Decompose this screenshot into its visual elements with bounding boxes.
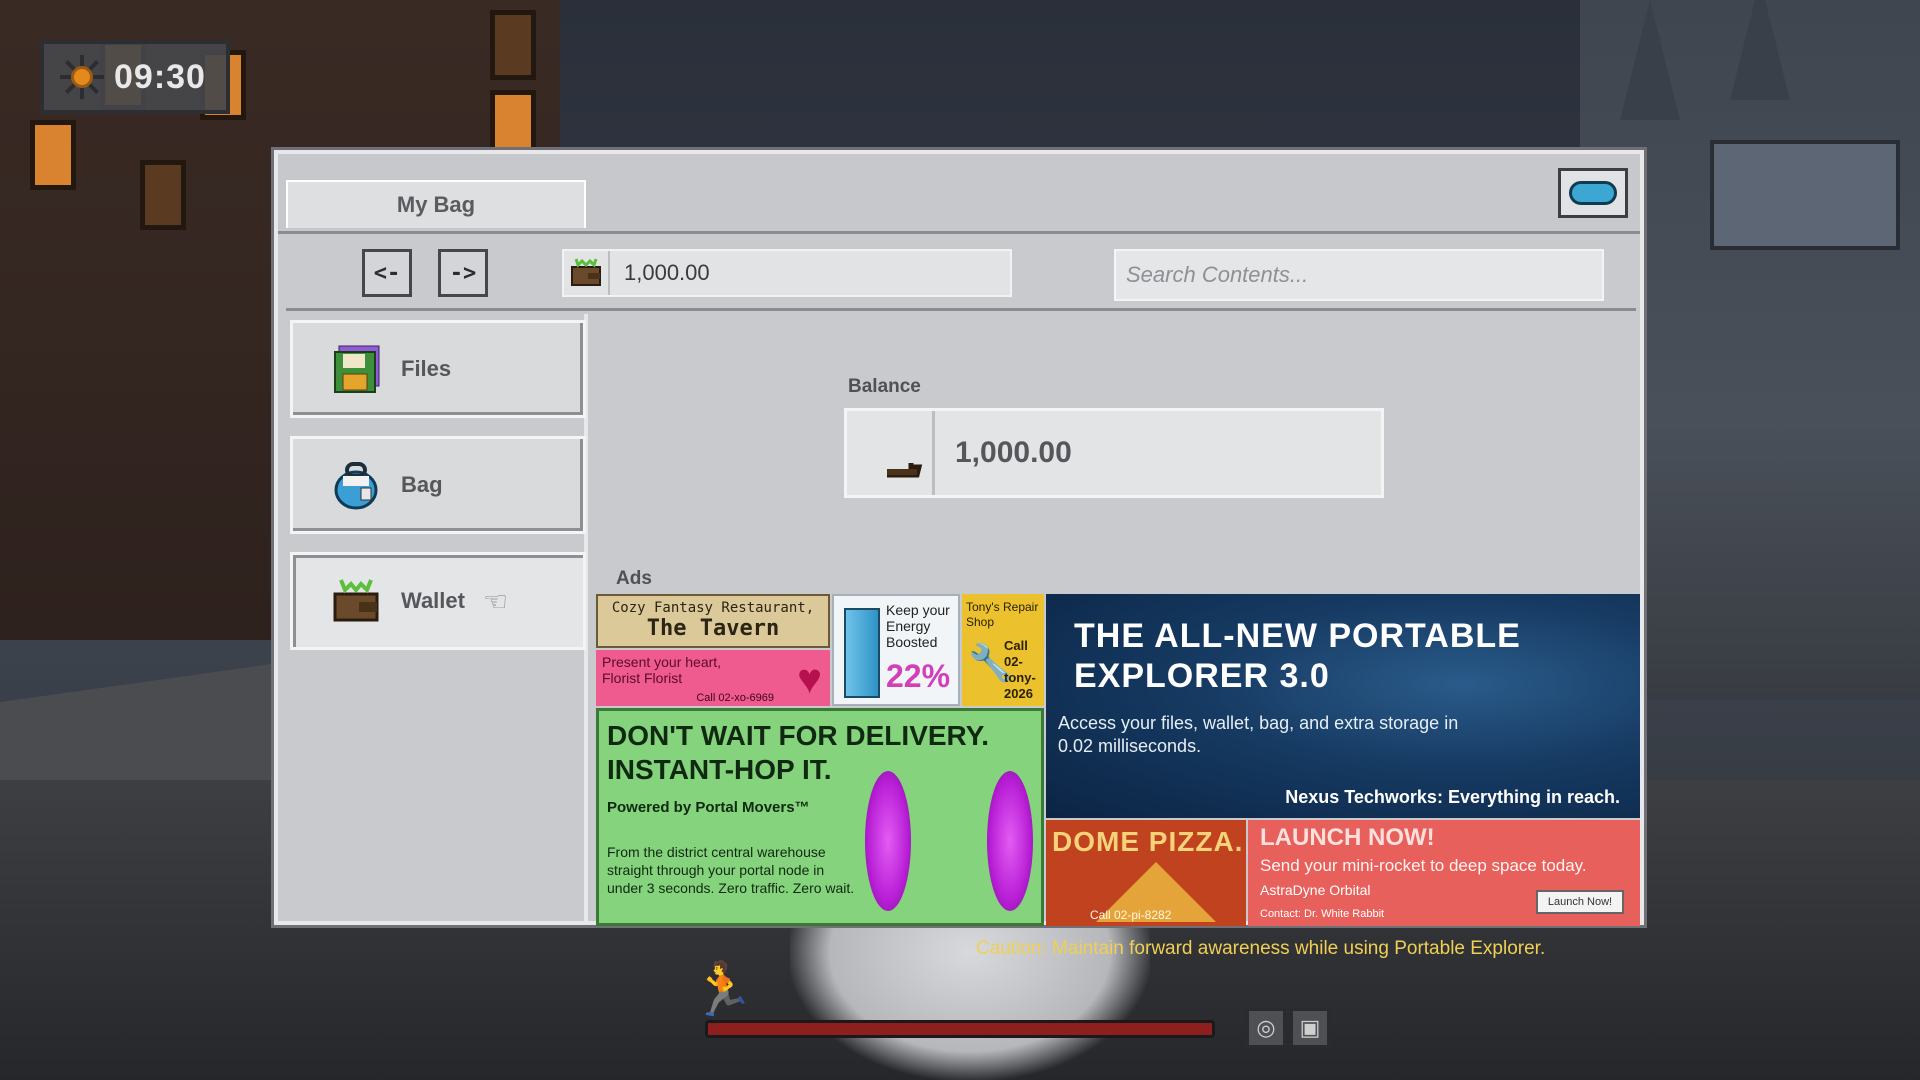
ad-astradyne-launch[interactable]: LAUNCH NOW! Send your mini-rocket to dee… xyxy=(1248,820,1640,926)
forward-button[interactable]: -> xyxy=(438,249,488,297)
ad-pizza-call: Call 02-pi-8282 xyxy=(1090,908,1172,922)
content-panel: Balance 1,000.00 Ads Cozy Fantasy Restau… xyxy=(592,314,1640,926)
pointer-hand-icon: ☜ xyxy=(482,585,509,617)
ad-portable-explorer[interactable]: THE ALL-NEW PORTABLE EXPLORER 3.0 Access… xyxy=(1046,594,1640,818)
balance-field: 1,000.00 xyxy=(844,408,1384,498)
sidebar: Files Bag Wallet ☜ xyxy=(286,314,588,921)
target-icon[interactable]: ◎ xyxy=(1246,1008,1286,1048)
ad-pizza-name: DOME PIZZA. xyxy=(1052,826,1244,857)
sidebar-item-bag[interactable]: Bag xyxy=(290,436,586,534)
ads-label: Ads xyxy=(616,568,652,589)
balance-label: Balance xyxy=(848,376,921,397)
heart-icon: ♥ xyxy=(797,655,822,702)
ad-energy-percent: 22% xyxy=(886,658,951,694)
ad-florist-call: Call 02-xo-6969 xyxy=(696,692,774,704)
wallet-balance-field: 1,000.00 xyxy=(562,249,1012,297)
ad-explorer-footer: Nexus Techworks: Everything in reach. xyxy=(1285,787,1620,807)
sun-icon xyxy=(60,55,104,99)
ad-florist-text: Present your heart, Florist Florist xyxy=(602,654,722,686)
floppy-disk-icon xyxy=(329,342,383,396)
back-button[interactable]: <- xyxy=(362,249,412,297)
ad-launch-company: AstraDyne Orbital xyxy=(1260,882,1371,898)
sidebar-item-label: Wallet xyxy=(401,588,465,613)
portable-explorer-window: My Bag <- -> 1,000.00 Search Contents...… xyxy=(274,150,1644,926)
ad-tavern[interactable]: Cozy Fantasy Restaurant, The Tavern xyxy=(596,594,830,648)
ad-launch-sub: Send your mini-rocket to deep space toda… xyxy=(1260,856,1587,875)
sidebar-item-label: Bag xyxy=(401,472,443,497)
portal-close-icon xyxy=(1569,181,1617,205)
ad-energy-text: Keep your Energy Boosted xyxy=(886,602,950,650)
ad-explorer-headline: THE ALL-NEW PORTABLE EXPLORER 3.0 xyxy=(1074,617,1521,695)
ad-portal-movers[interactable]: DON'T WAIT FOR DELIVERY. INSTANT-HOP IT.… xyxy=(596,708,1044,926)
bag-icon[interactable]: ▣ xyxy=(1290,1008,1330,1048)
tab-bar: My Bag xyxy=(278,154,1640,234)
ad-portal-headline: DON'T WAIT FOR DELIVERY. INSTANT-HOP IT. xyxy=(607,720,990,785)
ad-launch-headline: LAUNCH NOW! xyxy=(1260,824,1435,851)
ad-explorer-sub: Access your files, wallet, bag, and extr… xyxy=(1058,713,1459,756)
sidebar-item-label: Files xyxy=(401,356,452,381)
ad-dome-pizza[interactable]: DOME PIZZA. Call 02-pi-8282 xyxy=(1046,820,1246,926)
ad-portal-powered: Powered by Portal Movers™ xyxy=(607,799,810,816)
portal-ring-icon xyxy=(987,771,1033,911)
toolbar: <- -> 1,000.00 xyxy=(286,237,1636,311)
ad-tony-name: Tony's Repair Shop xyxy=(966,600,1039,629)
ad-florist[interactable]: Present your heart, Florist Florist Call… xyxy=(596,650,830,706)
wallet-balance-value: 1,000.00 xyxy=(624,260,710,285)
running-figure-icon: 🏃 xyxy=(690,961,755,1019)
ad-energy-drink[interactable]: Keep your Energy Boosted 22% xyxy=(832,594,960,706)
balance-value: 1,000.00 xyxy=(955,436,1072,469)
portal-ring-icon xyxy=(865,771,911,911)
sidebar-item-wallet[interactable]: Wallet ☜ xyxy=(290,552,586,650)
ad-tony-repair[interactable]: Tony's Repair Shop 🔧 Call 02-tony-2026 xyxy=(962,594,1044,706)
wallet-icon xyxy=(564,251,610,295)
ad-launch-contact: Contact: Dr. White Rabbit xyxy=(1260,908,1385,920)
clock-display: 09:30 xyxy=(40,40,230,114)
ad-tavern-line1: Cozy Fantasy Restaurant, xyxy=(611,600,815,616)
wallet-icon xyxy=(329,574,383,628)
ad-portal-body: From the district central warehouse stra… xyxy=(607,844,855,896)
sidebar-item-files[interactable]: Files xyxy=(290,320,586,418)
search-input[interactable] xyxy=(1114,249,1604,301)
tab-my-bag[interactable]: My Bag xyxy=(286,180,586,228)
health-bar xyxy=(705,1020,1215,1038)
launch-now-button[interactable]: Launch Now! xyxy=(1536,890,1624,914)
close-button[interactable] xyxy=(1558,168,1628,218)
energy-can-icon xyxy=(844,608,880,698)
health-bar-fill xyxy=(708,1023,1212,1035)
clock-time: 09:30 xyxy=(114,57,206,96)
ad-tony-call: Call 02-tony-2026 xyxy=(1004,638,1036,701)
ad-tavern-line2: The Tavern xyxy=(646,616,780,641)
wallet-small-icon xyxy=(847,411,935,495)
backpack-icon xyxy=(329,458,383,512)
caution-message: Caution: Maintain forward awareness whil… xyxy=(976,938,1546,959)
billboard xyxy=(1710,140,1900,250)
